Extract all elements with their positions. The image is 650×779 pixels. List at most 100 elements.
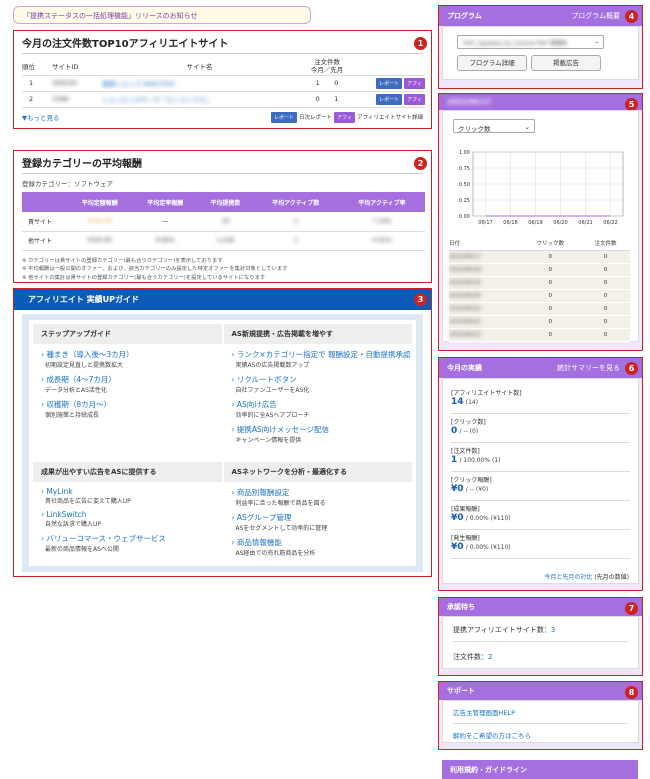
col-sitename: サイト名 bbox=[186, 63, 213, 72]
guide-section: ASネットワークを分析・最適化する › 商品別報酬設定 利益率に合った報酬で商品を… bbox=[223, 462, 412, 570]
reward-notes: ※ カテゴリーは貴サイトの登録カテゴリー(最も合うカテゴリー)を表示しております… bbox=[22, 257, 288, 281]
pending-sites-link[interactable]: 3 bbox=[551, 626, 555, 634]
badge-6: 6 bbox=[625, 362, 638, 375]
site-link[interactable]: 健康ショップ-RAKUTEN bbox=[102, 80, 174, 88]
reward-table: 平均定額報酬 平均定率報酬 平均提携数 平均アクティブ数 平均アクティブ率 貴サイト ¥1… bbox=[22, 192, 425, 251]
col-siteid: サイトID bbox=[52, 63, 79, 72]
guide-link[interactable]: › 商品情報機能 bbox=[232, 538, 282, 547]
affi-button[interactable]: アフィ bbox=[404, 93, 425, 105]
badge-8: 8 bbox=[625, 686, 638, 699]
table-row: 2022/06/19 0 0 bbox=[449, 276, 630, 289]
report-button[interactable]: レポート bbox=[376, 93, 403, 105]
show-more-link[interactable]: ▼もっと見る bbox=[22, 112, 60, 123]
guide-link[interactable]: › 種まき（導入後～3カ月） bbox=[41, 350, 134, 359]
support-panel: サポート 8 広告主管理画面HELP 解約をご希望の方はこちら bbox=[438, 681, 643, 750]
top10-table: 順位 サイトID サイト名 注文件数 今月／先月 1 356234 健康ショップ-… bbox=[22, 58, 425, 108]
ads-button[interactable]: 掲載広告 bbox=[531, 55, 601, 71]
guide-section: ステップアップガイド › 種まき（導入後～3カ月） 初期設定見直しと提携数拡大 ›… bbox=[33, 324, 222, 460]
table-row: 2022/06/21 0 0 bbox=[449, 302, 630, 315]
cancel-contract-link[interactable]: 解約をご希望の方はこちら bbox=[453, 732, 531, 740]
table-row: 2022/06/17 0 0 bbox=[449, 250, 630, 263]
stats-title: 2022/06/17 bbox=[447, 98, 492, 106]
top10-title: 今月の注文件数TOP10アフィリエイトサイト bbox=[22, 35, 423, 54]
table-row: 2022/06/18 0 0 bbox=[449, 263, 630, 276]
pending-orders: 注文件数：2 bbox=[453, 641, 628, 662]
monthly-results-panel: 今月の実績 統計サマリーを見る 6 今月と先月の対比 (先月の数値) [アフィリエ… bbox=[438, 357, 643, 591]
x-tick-label: 06/20 bbox=[553, 220, 567, 226]
col-rank: 順位 bbox=[22, 63, 35, 72]
guide-section: 成果が出やすい広告をASに提供する › MyLink 貴社商品を広告に変えて購入U… bbox=[33, 462, 222, 570]
reward-panel: 登録カテゴリーの平均報酬 2 登録カテゴリー：ソフトウェア 平均定額報酬 平均定率… bbox=[13, 150, 432, 283]
guide-link[interactable]: › 提携AS向けメッセージ配信 bbox=[232, 425, 330, 434]
x-tick-label: 06/22 bbox=[603, 220, 617, 226]
guide-link[interactable]: › 商品別報酬設定 bbox=[232, 488, 290, 497]
guide-panel: アフィリエイト 実績UPガイド 3 ステップアップガイド › 種まき（導入後～3… bbox=[13, 288, 432, 577]
reward-category: 登録カテゴリー：ソフトウェア bbox=[22, 180, 113, 188]
x-tick-label: 06/19 bbox=[528, 220, 542, 226]
pending-title: 承認待ち bbox=[447, 603, 475, 611]
site-link[interactable]: ショッピングサーチ「らくらくナビ」 bbox=[102, 96, 213, 104]
metric-select[interactable]: クリック数 ⌄ bbox=[453, 119, 535, 133]
y-tick-label: 1.00 bbox=[459, 150, 470, 156]
y-tick-label: 0.75 bbox=[459, 166, 470, 172]
x-tick-label: 06/18 bbox=[503, 220, 517, 226]
y-tick-label: 0.25 bbox=[459, 198, 470, 204]
result-item: [クリック数] 0 / -- (0) bbox=[451, 414, 630, 443]
top10-panel: 今月の注文件数TOP10アフィリエイトサイト 1 順位 サイトID サイト名 注… bbox=[13, 30, 432, 129]
guide-link[interactable]: › 収穫期（8カ月～） bbox=[41, 400, 111, 409]
y-tick-label: 0.00 bbox=[459, 214, 470, 220]
guide-link[interactable]: › リクルートボタン bbox=[232, 375, 297, 384]
guide-section: AS新規提携・広告掲載を増やす › ランク×カテゴリー指定で 報酬設定・自動提携… bbox=[223, 324, 412, 460]
stats-chart: 1.00 0.75 0.50 0.25 0.00 06/17 06/18 06/19 06/20… bbox=[459, 150, 624, 226]
guide-link[interactable]: › AS向け広告 bbox=[232, 400, 277, 409]
pending-panel: 承認待ち 7 提携アフィリエイトサイト数：3 注文件数：2 bbox=[438, 597, 643, 676]
terms-link[interactable]: 利用規約・ガイドライン bbox=[442, 760, 638, 779]
guide-link[interactable]: › ASグループ管理 bbox=[232, 513, 292, 522]
result-item: [成果報酬] ¥0 / 0.00% (¥110) bbox=[451, 501, 630, 530]
badge-1: 1 bbox=[414, 37, 427, 50]
report-button[interactable]: レポート bbox=[376, 77, 403, 89]
guide-link[interactable]: › 成長期（4～7カ月） bbox=[41, 375, 116, 384]
table-row: 2022/06/23 0 0 bbox=[449, 328, 630, 341]
result-item: [クリック報酬] ¥0 / -- (¥0) bbox=[451, 472, 630, 501]
month-compare-link[interactable]: 今月と先月の対比 bbox=[544, 574, 592, 581]
reward-title: 登録カテゴリーの平均報酬 bbox=[22, 159, 142, 170]
program-detail-button[interactable]: プログラム詳細 bbox=[457, 55, 527, 71]
result-item: [アフィリエイトサイト数] 14 (14) bbox=[451, 385, 630, 414]
stats-table: 日付 クリック数 注文件数 2022/06/17 0 0 2022/06/18 0 0 2022… bbox=[449, 236, 630, 342]
table-row: 2022/06/20 0 0 bbox=[449, 289, 630, 302]
table-row: 貴サイト ¥100,00 ― 19 1 7.14% bbox=[22, 212, 425, 231]
result-item: [注文件数] 1 / 100.00% (1) bbox=[451, 443, 630, 472]
guide-link[interactable]: › LinkSwitch bbox=[41, 510, 87, 519]
table-row: 1 356234 健康ショップ-RAKUTEN 1 0 レポート アフィ bbox=[22, 75, 425, 91]
guide-link[interactable]: › MyLink bbox=[41, 487, 73, 496]
results-title: 今月の実績 bbox=[447, 364, 482, 372]
chevron-down-icon: ⌄ bbox=[524, 123, 530, 131]
program-overview-link[interactable]: プログラム概要 bbox=[571, 11, 620, 21]
release-notice[interactable]: 「提携ステータスの一括処理機能」リリースのお知らせ bbox=[13, 6, 311, 24]
stats-summary-link[interactable]: 統計サマリーを見る bbox=[557, 363, 620, 373]
badge-4: 4 bbox=[625, 10, 638, 23]
stats-panel: 2022/06/17 5 クリック数 ⌄ 1.00 0.75 0.50 0.25 0.00… bbox=[438, 93, 643, 351]
badge-3: 3 bbox=[414, 293, 427, 306]
x-tick-label: 06/21 bbox=[578, 220, 592, 226]
y-tick-label: 0.50 bbox=[459, 182, 470, 188]
legend: レポート 日次レポート アフィ アフィリエイトサイト詳細 bbox=[270, 111, 423, 123]
program-panel: プログラム プログラム概要 4 *597_Updated_for_Charter*… bbox=[438, 5, 643, 89]
program-title: プログラム bbox=[447, 12, 482, 20]
program-select[interactable]: *597_Updated_for_Charter*597 管理用 ⌄ bbox=[457, 35, 604, 49]
support-title: サポート bbox=[447, 687, 475, 695]
help-link[interactable]: 広告主管理画面HELP bbox=[453, 709, 515, 717]
col-orders: 注文件数 今月／先月 bbox=[310, 58, 344, 75]
pending-orders-link[interactable]: 2 bbox=[488, 653, 492, 661]
guide-title: アフィリエイト 実績UPガイド bbox=[14, 289, 431, 310]
badge-7: 7 bbox=[625, 602, 638, 615]
table-row: 2 3186 ショッピングサーチ「らくらくナビ」 0 1 レポート アフィ bbox=[22, 91, 425, 107]
pending-sites: 提携アフィリエイトサイト数：3 bbox=[453, 626, 556, 634]
guide-link[interactable]: › バリューコマース・ウェブサービス bbox=[41, 534, 166, 543]
guide-link[interactable]: › ランク×カテゴリー指定で 報酬設定・自動提携承認 bbox=[232, 350, 411, 359]
table-row: 他サイト ¥335.85 9.66% 1,238 1 0.01% bbox=[22, 231, 425, 250]
table-row: 2022/06/22 0 0 bbox=[449, 315, 630, 328]
badge-2: 2 bbox=[414, 157, 427, 170]
affi-button[interactable]: アフィ bbox=[404, 77, 425, 89]
